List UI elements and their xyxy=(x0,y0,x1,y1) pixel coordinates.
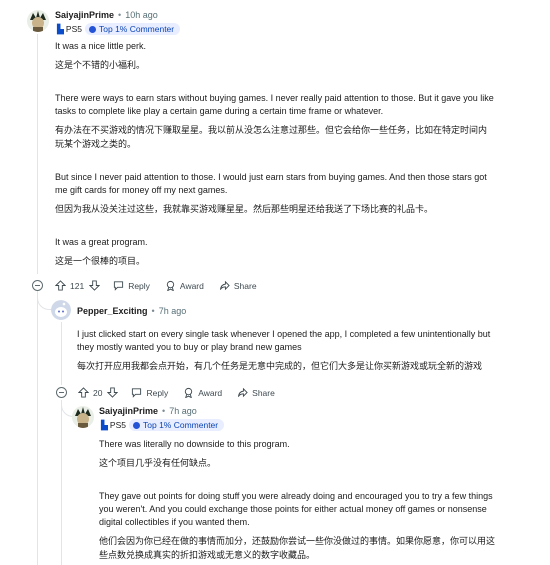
playstation-icon: ▙ xyxy=(57,23,64,34)
author-name[interactable]: SaiyajinPrime xyxy=(55,10,114,20)
reply-button[interactable]: Reply xyxy=(113,280,150,291)
share-label: Share xyxy=(233,280,257,291)
playstation-icon: ▙ xyxy=(101,419,108,430)
share-label: Share xyxy=(252,387,275,398)
user-flair: ▙ PS5 Top 1% Commenter xyxy=(101,419,225,431)
comment-line: me gift cards for money off my next game… xyxy=(55,185,228,195)
upvote-button[interactable] xyxy=(55,280,66,291)
share-button[interactable]: Share xyxy=(237,387,275,398)
comment-line: 但因为我从没关注过这些，我就靠买游戏赚星星。然后那些明星还给我送了下场比赛的礼品… xyxy=(55,204,434,214)
reply-button[interactable]: Reply xyxy=(131,387,168,398)
comment-line: they mostly wanted you to buy or play br… xyxy=(77,342,302,352)
award-label: Award xyxy=(198,387,223,398)
upvote-icon xyxy=(55,280,66,291)
author-name[interactable]: Pepper_Exciting xyxy=(77,306,148,316)
flair-top-commenter: Top 1% Commenter xyxy=(85,23,181,35)
award-icon xyxy=(166,280,175,291)
flair-top-label: Top 1% Commenter xyxy=(143,420,219,430)
thread-line-main xyxy=(37,34,38,274)
award-icon xyxy=(185,387,193,398)
comment-line: It was a nice little perk. xyxy=(55,41,147,51)
comment-line: There was literally no downside to this … xyxy=(99,439,290,449)
upvote-icon xyxy=(78,387,89,398)
flair-ps5-label: PS5 xyxy=(65,24,82,34)
avatar[interactable] xyxy=(72,406,94,428)
snoo-avatar-icon xyxy=(51,300,71,320)
flair-top-commenter: Top 1% Commenter xyxy=(129,419,225,431)
comment-time[interactable]: 10h ago xyxy=(125,10,158,20)
share-button[interactable]: Share xyxy=(219,280,257,291)
downvote-icon xyxy=(107,387,119,398)
thread-line-reply-lower xyxy=(61,400,62,565)
comment-line: 这是一个很棒的项目。 xyxy=(55,256,146,266)
comment-line: 玩某个游戏之类的。 xyxy=(55,139,137,149)
comment-line: 这个项目几乎没有任何缺点。 xyxy=(99,458,217,468)
meta-separator: • xyxy=(162,406,166,416)
comment-line: digital collectibles if you wanted them. xyxy=(99,517,250,527)
comment-meta: SaiyajinPrime • 7h ago xyxy=(99,406,197,416)
reply-label: Reply xyxy=(146,387,169,398)
comment-line: 这是个不错的小福利。 xyxy=(55,60,146,70)
saiyan-avatar-icon xyxy=(72,406,94,428)
comment-meta: SaiyajinPrime • 10h ago xyxy=(55,10,158,20)
upvote-button[interactable] xyxy=(78,387,89,398)
user-flair: ▙ PS5 Top 1% Commenter xyxy=(57,23,181,35)
comment-line: tasks to complete like play a certain ga… xyxy=(55,106,384,116)
award-button[interactable]: Award xyxy=(183,387,222,398)
saiyan-avatar-icon xyxy=(27,10,49,32)
avatar[interactable] xyxy=(51,300,71,320)
comment-line: But since I never paid attention to thos… xyxy=(55,172,487,182)
trophy-icon xyxy=(133,421,140,429)
flair-top-label: Top 1% Commenter xyxy=(99,24,175,34)
comment-line: 他们会因为你已经在做的事情而加分，还鼓励你尝试一些你没做过的事情。如果你愿意，你… xyxy=(99,536,496,546)
meta-separator: • xyxy=(118,10,122,20)
thread-line-reply xyxy=(61,322,62,385)
reply-icon xyxy=(114,281,124,291)
flair-ps5: ▙ PS5 xyxy=(57,24,82,35)
comment-line: They gave out points for doing stuff you… xyxy=(99,491,493,501)
reply-icon xyxy=(132,388,142,398)
downvote-icon xyxy=(89,280,101,291)
comment-line: It was a great program. xyxy=(55,237,148,247)
downvote-button[interactable] xyxy=(89,280,101,291)
flair-ps5-label: PS5 xyxy=(109,420,126,430)
award-label: Award xyxy=(179,280,204,291)
comment-time[interactable]: 7h ago xyxy=(159,306,187,316)
vote-count: 121 xyxy=(70,280,85,291)
collapse-icon[interactable] xyxy=(32,280,43,291)
vote-count: 20 xyxy=(93,387,103,398)
comment-line: I just clicked start on every single tas… xyxy=(77,329,491,339)
comment-time[interactable]: 7h ago xyxy=(169,406,197,416)
award-button[interactable]: Award xyxy=(165,280,204,291)
comment-line: There were ways to earn stars without bu… xyxy=(55,93,494,103)
downvote-button[interactable] xyxy=(107,387,119,398)
share-icon xyxy=(219,280,230,291)
author-name[interactable]: SaiyajinPrime xyxy=(99,406,158,416)
comment-meta: Pepper_Exciting • 7h ago xyxy=(77,306,186,316)
flair-ps5: ▙ PS5 xyxy=(101,420,126,431)
comment-line: 有办法在不买游戏的情况下赚取星星。我以前从没怎么注意过那些。但它会给你一些任务，… xyxy=(55,125,488,135)
share-icon xyxy=(238,387,248,398)
comment-line: 些点数兑换成真实的折扣游戏或无意义的数字收藏品。 xyxy=(99,550,316,560)
trophy-icon xyxy=(89,25,96,33)
avatar[interactable] xyxy=(27,10,49,32)
collapse-icon[interactable] xyxy=(56,387,67,398)
comment-line: 每次打开应用我都会点开始，有几个任务是无意中完成的，但它们大多是让你买新游戏或玩… xyxy=(77,361,483,371)
reply-label: Reply xyxy=(128,280,150,291)
comment-actions: 121 Reply Award Share xyxy=(55,280,257,291)
thread-line-main-lower xyxy=(37,291,38,565)
meta-separator: • xyxy=(151,306,155,316)
comment-actions: 20 Reply Award Share xyxy=(78,387,275,398)
comment-line: you weren't. And you could exchange thos… xyxy=(99,504,487,514)
